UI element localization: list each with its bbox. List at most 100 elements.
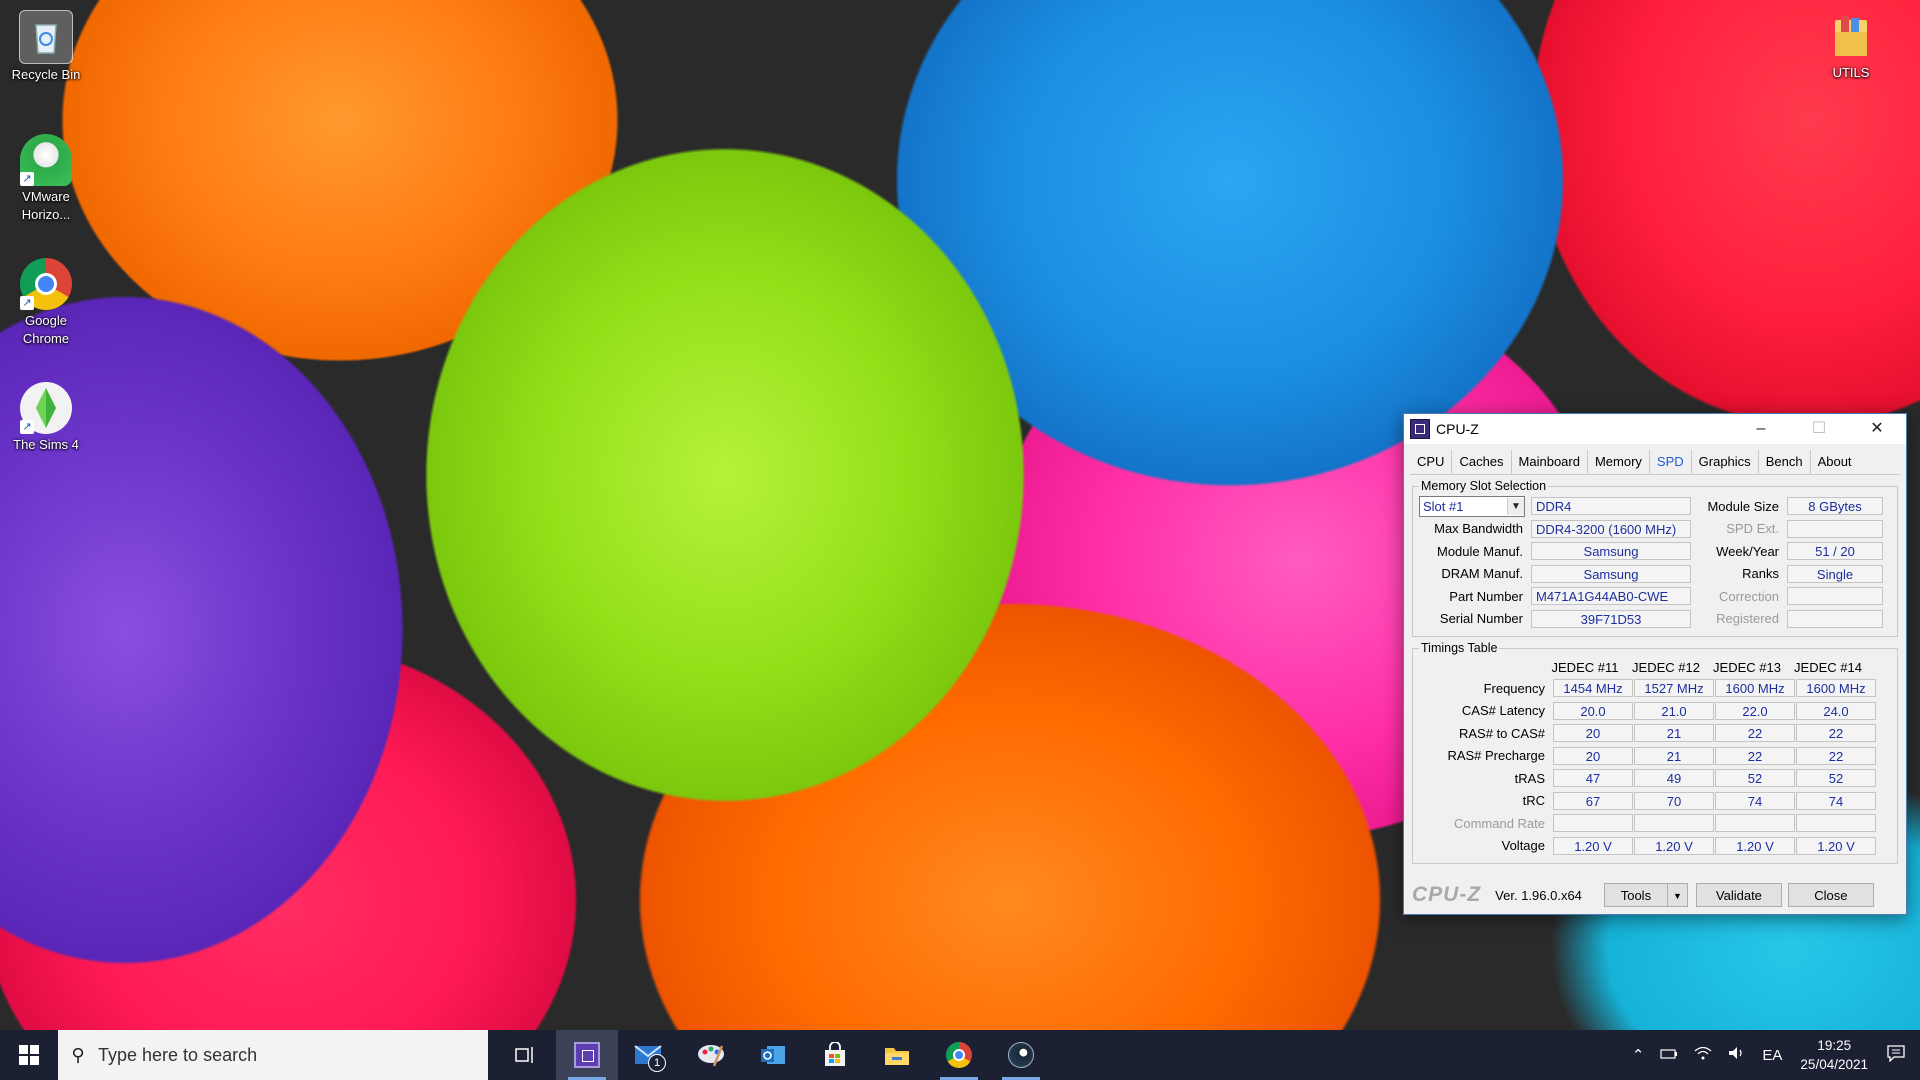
part-number-value: M471A1G44AB0-CWE [1531,587,1691,606]
timing-value: 22 [1715,724,1795,743]
desktop-icon-the-sims-4[interactable]: ↗ The Sims 4 [6,376,86,454]
timings-row-trc: tRC 67 70 74 74 [1419,790,1891,813]
correction-value [1787,587,1883,606]
tools-dropdown-chevron-icon[interactable]: ▼ [1667,883,1688,907]
chrome-icon: ↗ [20,258,72,310]
week-year-label: Week/Year [1716,543,1779,559]
timing-value: 22 [1796,724,1876,743]
memory-slot-selection-group: Memory Slot Selection Slot #1 ▼ DDR4 Mod… [1412,479,1898,637]
timing-value: 22 [1796,746,1876,765]
dram-manuf-label: DRAM Manuf. [1441,566,1523,582]
start-button[interactable] [0,1030,58,1080]
dram-manuf-value: Samsung [1531,564,1691,583]
notifications-icon[interactable] [1886,1044,1906,1066]
tab-cpu[interactable]: CPU [1410,450,1453,474]
validate-button[interactable]: Validate [1695,883,1782,907]
timings-row-command-rate: Command Rate [1419,812,1891,835]
timings-row-label: Voltage [1501,838,1545,854]
timings-row-label: CAS# Latency [1461,703,1545,719]
utils-folder-icon [1825,10,1877,62]
taskbar-search-box[interactable]: ⚲ Type here to search [58,1030,488,1080]
version-text: Ver. 1.96.0.x64 [1495,887,1582,903]
tab-about[interactable]: About [1811,450,1859,474]
input-language-indicator[interactable]: EA [1762,1047,1782,1064]
timing-value: 22 [1715,746,1795,765]
wifi-icon[interactable] [1694,1046,1712,1064]
search-icon: ⚲ [71,1044,85,1065]
timing-value: 52 [1715,769,1795,788]
week-year-value: 51 / 20 [1787,542,1883,561]
clock[interactable]: 19:25 25/04/2021 [1800,1036,1868,1074]
cpuz-titlebar[interactable]: CPU-Z – ☐ ✕ [1404,414,1906,444]
tab-memory[interactable]: Memory [1588,450,1650,474]
recycle-bin-icon [19,10,73,64]
taskbar-app-outlook[interactable] [742,1030,804,1080]
timing-value: 21 [1634,724,1714,743]
timings-column-header: JEDEC #12 [1632,659,1700,675]
ranks-value: Single [1787,564,1883,583]
timings-row-ras-to-cas: RAS# to CAS# 20 21 22 22 [1419,722,1891,745]
taskbar-app-steam[interactable] [990,1030,1052,1080]
cpuz-app-icon [1410,419,1430,439]
steam-icon [1008,1042,1034,1068]
cpuz-window[interactable]: CPU-Z – ☐ ✕ CPU Caches Mainboard Memory … [1403,413,1907,915]
timings-row-label: tRAS [1514,770,1545,786]
tab-mainboard[interactable]: Mainboard [1512,450,1588,474]
folder-icon [885,1048,909,1065]
serial-number-value: 39F71D53 [1531,609,1691,628]
timings-row-tras: tRAS 47 49 52 52 [1419,767,1891,790]
close-window-button[interactable]: ✕ [1848,414,1906,444]
timing-value: 1600 MHz [1715,679,1795,698]
cpuz-logo: CPU-Z [1412,883,1482,906]
timing-value: 47 [1553,769,1633,788]
desktop-icon-google-chrome[interactable]: ↗ Google Chrome [6,252,86,348]
tab-spd[interactable]: SPD [1649,450,1692,474]
taskbar-app-mail[interactable]: 1 [618,1030,680,1080]
module-manuf-value: Samsung [1531,542,1691,561]
taskbar-app-store[interactable] [804,1030,866,1080]
tools-split-button: Tools ▼ [1603,883,1688,907]
tab-caches[interactable]: Caches [1452,450,1512,474]
timings-column-header: JEDEC #13 [1713,659,1781,675]
timings-column-header: JEDEC #14 [1794,659,1862,675]
tab-bar: CPU Caches Mainboard Memory SPD Graphics… [1410,450,1900,475]
taskbar-app-cpuz[interactable] [556,1030,618,1080]
task-view-button[interactable] [494,1030,556,1080]
timing-value: 20.0 [1553,701,1633,720]
windows-logo-icon [19,1045,39,1065]
timing-value: 1527 MHz [1634,679,1714,698]
timing-value: 49 [1634,769,1714,788]
tools-button[interactable]: Tools [1603,883,1668,907]
close-button[interactable]: Close [1787,883,1874,907]
timings-column-header: JEDEC #11 [1551,659,1619,675]
desktop-icon-vmware-horizon[interactable]: ↗ VMware Horizo... [6,128,86,224]
part-number-label: Part Number [1449,588,1523,604]
taskbar-app-file-explorer[interactable] [866,1030,928,1080]
timing-value [1634,814,1714,833]
chevron-up-icon[interactable]: ⌃ [1632,1046,1645,1064]
desktop-icon-label: VMware Horizo... [21,189,71,222]
tab-bench[interactable]: Bench [1759,450,1811,474]
taskbar-app-chrome[interactable] [928,1030,990,1080]
maximize-button[interactable]: ☐ [1790,414,1848,444]
registered-label: Registered [1716,611,1779,627]
battery-icon[interactable] [1660,1047,1678,1064]
tab-graphics[interactable]: Graphics [1692,450,1759,474]
max-bandwidth-value: DDR4-3200 (1600 MHz) [1531,519,1691,538]
window-title: CPU-Z [1436,421,1479,437]
task-view-icon [515,1047,533,1063]
store-bag-icon [825,1042,845,1066]
minimize-button[interactable]: – [1732,414,1790,444]
volume-icon[interactable] [1728,1046,1746,1064]
taskbar-app-paint[interactable] [680,1030,742,1080]
desktop-icon-recycle-bin[interactable]: Recycle Bin [6,4,86,84]
slot-select[interactable]: Slot #1 ▼ [1419,495,1525,517]
timing-value [1553,814,1633,833]
desktop-icon-utils[interactable]: UTILS [1811,4,1891,82]
clock-date: 25/04/2021 [1800,1057,1868,1072]
group-legend: Timings Table [1421,641,1498,655]
timing-value: 22.0 [1715,701,1795,720]
max-bandwidth-label: Max Bandwidth [1434,521,1523,537]
taskbar: ⚲ Type here to search 1 ⌃ EA 19:25 25/04… [0,1030,1920,1080]
chevron-down-icon: ▼ [1507,497,1524,515]
